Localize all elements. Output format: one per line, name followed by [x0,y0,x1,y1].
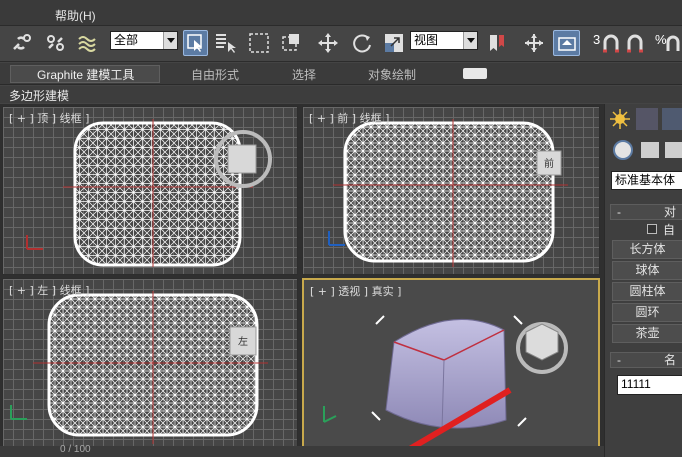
link-icon[interactable] [8,30,36,56]
chevron-down-icon [463,32,477,49]
name-color-rollout[interactable]: - 名 [610,352,682,368]
move-icon[interactable] [313,30,343,56]
select-object-button[interactable] [183,30,208,56]
viewcube-left-face: 左 [238,335,248,348]
unlink-icon[interactable] [42,30,70,56]
ribbon-tab-bar: Graphite 建模工具 自由形式 选择 对象绘制 [0,63,682,85]
rectangle-selection-icon[interactable] [245,30,273,56]
viewport-label-front[interactable]: [ + ] 前 ] 线框 ] [309,110,389,126]
modify-tab-icon[interactable] [636,108,658,130]
chevron-down-icon [163,32,177,49]
torus-button[interactable]: 圆环 [612,303,682,322]
time-slider[interactable]: 0 / 100 [0,444,604,457]
viewport-top[interactable]: [ + ] 顶 ] 线框 ] [2,106,298,275]
viewport-front[interactable]: 前 [ + ] 前 ] 线框 ] [302,106,600,275]
teapot-button[interactable]: 茶壶 [612,324,682,343]
autogrid-checkbox[interactable] [647,224,657,234]
rollout-title: 名 [664,353,677,367]
selection-filter-value: 全部 [114,33,139,47]
window-crossing-icon[interactable] [278,30,306,56]
menu-help[interactable]: 帮助(H) [55,7,96,24]
box-button[interactable]: 长方体 [612,240,682,259]
ribbon-subpanel: 多边形建模 [0,86,682,103]
viewport-perspective[interactable]: [ + ] 透视 ] 真实 ] [302,278,600,448]
main-toolbar: 全部 视图 3 % [0,26,682,62]
viewcube-front-face: 前 [544,157,554,170]
object-name-input[interactable]: 11111 [617,375,682,395]
cylinder-button[interactable]: 圆柱体 [612,282,682,301]
viewport-label-perspective[interactable]: [ + ] 透视 ] 真实 ] [310,283,401,299]
rollout-collapse-icon: - [617,353,621,367]
frame-counter: 0 / 100 [60,444,91,455]
geometry-category-icon[interactable] [613,140,633,160]
polygon-modeling-label[interactable]: 多边形建模 [9,87,69,104]
bind-space-warp-icon[interactable] [74,30,104,56]
wireframe-object: 前 [328,119,568,267]
snap-magnet-icon[interactable] [601,30,621,56]
perspective-scene [323,315,568,446]
rollout-title: 对 [664,205,677,219]
pivot-center-icon[interactable] [484,30,510,56]
select-by-name-icon[interactable] [212,30,240,56]
shapes-category-icon[interactable] [641,142,659,158]
viewport-label-left[interactable]: [ + ] 左 ] 线框 ] [9,282,89,298]
lights-category-icon[interactable] [665,142,682,158]
primitive-type-dropdown[interactable]: 标准基本体 [611,171,682,190]
tab-selection[interactable]: 选择 [292,66,316,83]
hierarchy-tab-icon[interactable] [662,108,682,130]
tab-object-paint[interactable]: 对象绘制 [368,66,416,83]
primitive-type-value: 标准基本体 [615,173,676,187]
tab-freeform[interactable]: 自由形式 [191,66,239,83]
viewport-area: [ + ] 顶 ] 线框 ] 前 [ + ] 前 ] 线框 ] 左 [ + ] … [0,104,604,457]
reference-coord-dropdown[interactable]: 视图 [410,31,478,50]
sphere-button[interactable]: 球体 [612,261,682,280]
scale-icon[interactable] [381,30,407,56]
select-manipulate-icon[interactable] [520,30,548,56]
reference-coord-value: 视图 [414,33,439,47]
object-name-value: 11111 [621,377,651,391]
ribbon-options-icon[interactable] [463,68,487,79]
menu-bar: 帮助(H) [0,0,682,26]
wireframe-object: 左 [10,291,268,444]
viewport-left[interactable]: 左 [ + ] 左 ] 线框 ] [2,278,298,448]
viewport-label-top[interactable]: [ + ] 顶 ] 线框 ] [9,110,89,126]
wireframe-object [26,119,272,267]
command-panel: 标准基本体 - 对 自 长方体 球体 圆柱体 圆环 茶壶 - 名 11111 [604,104,682,457]
percent-snap-magnet-icon[interactable] [664,30,682,56]
create-tab-icon[interactable] [609,108,631,130]
keyboard-shortcut-toggle[interactable] [553,30,580,56]
rollout-collapse-icon: - [617,205,621,219]
snap-toggle-label: 3 [593,32,601,47]
angle-snap-icon[interactable] [624,30,646,56]
selection-filter-dropdown[interactable]: 全部 [110,31,178,50]
object-type-rollout[interactable]: - 对 [610,204,682,220]
tab-graphite-label[interactable]: Graphite 建模工具 [37,66,134,83]
autogrid-label: 自 [663,223,676,237]
rotate-icon[interactable] [348,30,376,56]
